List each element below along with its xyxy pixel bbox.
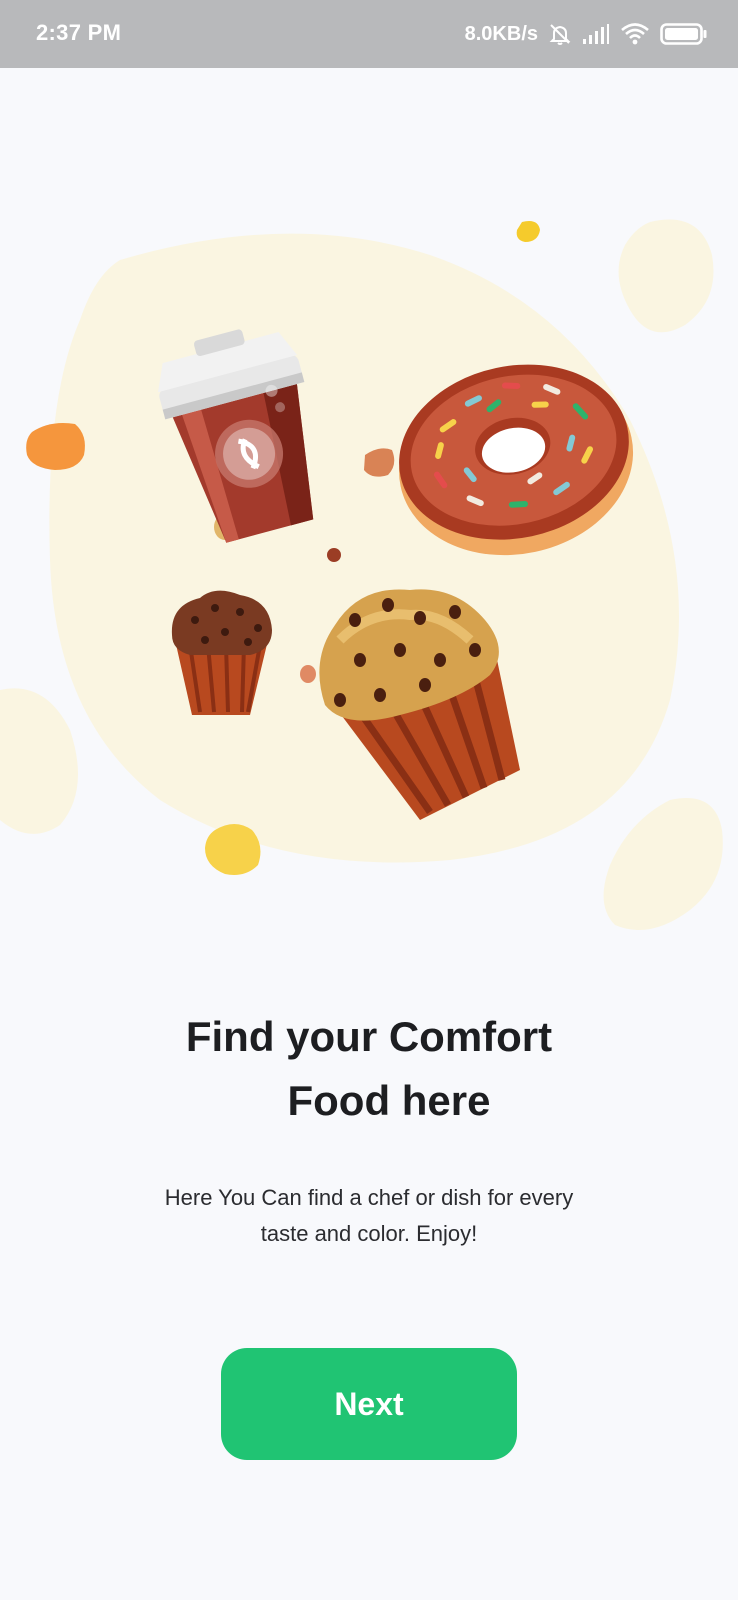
yellow-dot [516, 221, 540, 242]
orange-blob [26, 423, 85, 470]
wifi-icon [620, 22, 650, 46]
status-time: 2:37 PM [36, 20, 122, 45]
crumb-dot [327, 548, 341, 562]
food-illustration [0, 219, 723, 930]
status-indicators: 8.0KB/s [465, 18, 708, 50]
yellow-blob [205, 824, 261, 875]
status-bar: 2:37 PM 8.0KB/s [0, 0, 738, 68]
title-line-2: Food here [287, 1077, 491, 1124]
subtitle-line-1: Here You Can find a chef or dish for eve… [164, 1185, 574, 1210]
signal-icon [582, 23, 610, 45]
next-button[interactable]: Next [221, 1348, 517, 1460]
subtitle-line-2: taste and color. Enjoy! [260, 1221, 478, 1246]
network-speed: 8.0KB/s [464, 22, 538, 45]
title-line-1: Find your Comfort [185, 1013, 553, 1060]
decor-blob [0, 688, 78, 834]
crumb-dot [300, 665, 316, 683]
background-blob [49, 233, 679, 863]
battery-icon [660, 22, 708, 46]
onboarding-title: Find your Comfort Food here [120, 1005, 618, 1133]
mute-bell-icon [548, 22, 572, 46]
onboarding-subtitle: Here You Can find a chef or dish for eve… [130, 1180, 608, 1252]
decor-blob [618, 219, 714, 333]
decor-blob [603, 798, 723, 930]
